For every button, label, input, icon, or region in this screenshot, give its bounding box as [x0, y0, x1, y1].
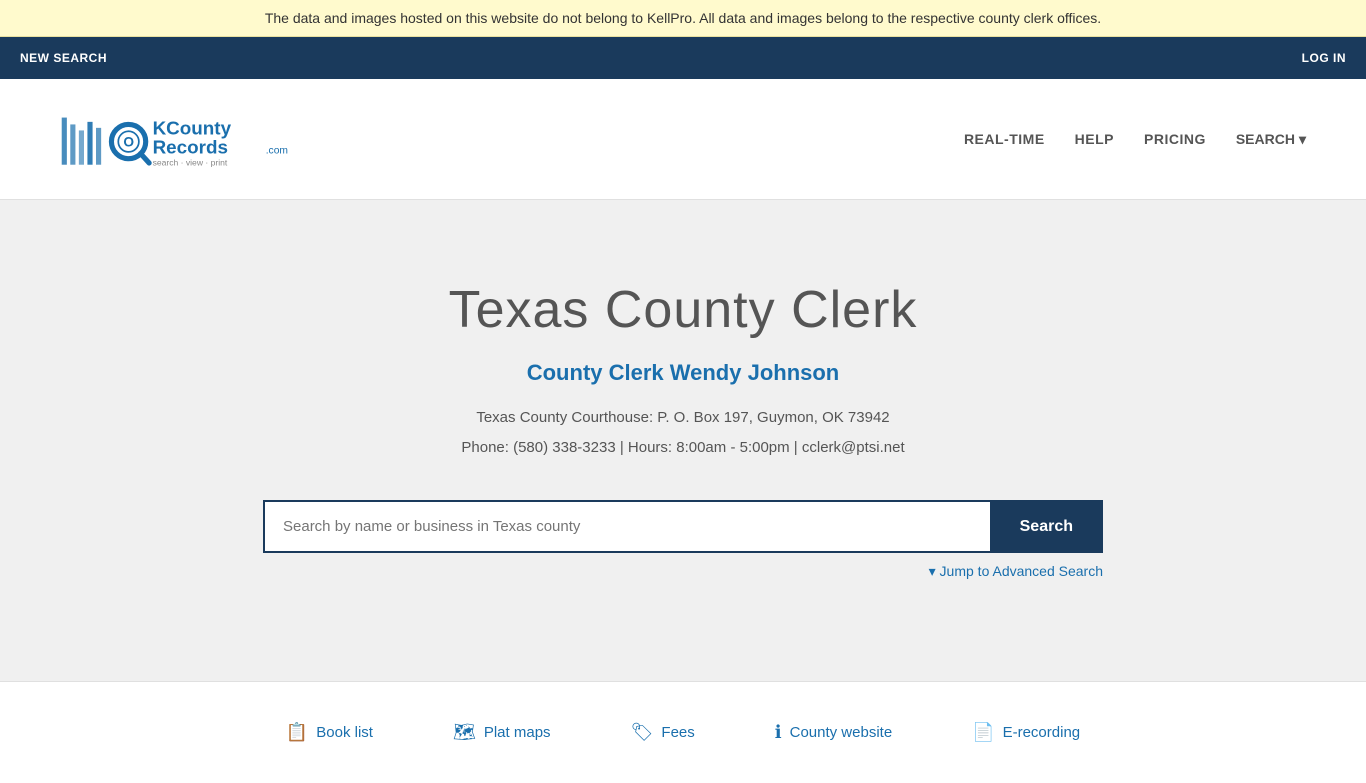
svg-text:KCounty: KCounty	[153, 118, 232, 139]
clerk-name: County Clerk Wendy Johnson	[20, 360, 1346, 386]
fees-icon: 🏷	[631, 722, 654, 743]
main-nav: REAL-TIME HELP PRICING SEARCH ▾	[964, 131, 1306, 148]
advanced-search-link[interactable]: ▾ Jump to Advanced Search	[929, 563, 1103, 579]
top-nav: NEW SEARCH LOG IN	[0, 37, 1366, 79]
banner-text: The data and images hosted on this websi…	[265, 10, 1101, 26]
address-line2: Phone: (580) 338-3233 | Hours: 8:00am - …	[20, 436, 1346, 460]
book-list-icon: 📋	[286, 722, 308, 743]
footer-county-website[interactable]: ℹ County website	[775, 722, 892, 743]
help-link[interactable]: HELP	[1075, 131, 1114, 147]
footer-plat-maps[interactable]: 🗺 Plat maps	[453, 722, 551, 743]
svg-text:.com: .com	[266, 146, 288, 157]
log-in-link[interactable]: LOG IN	[1302, 51, 1346, 65]
plat-maps-label: Plat maps	[484, 724, 551, 741]
address-line1: Texas County Courthouse: P. O. Box 197, …	[20, 406, 1346, 430]
svg-text:search · view · print: search · view · print	[153, 158, 228, 168]
site-logo[interactable]: O KCounty Records .com search · view · p…	[60, 99, 300, 179]
footer-book-list[interactable]: 📋 Book list	[286, 722, 373, 743]
site-header: O KCounty Records .com search · view · p…	[0, 79, 1366, 200]
notice-banner: The data and images hosted on this websi…	[0, 0, 1366, 37]
fees-label: Fees	[661, 724, 694, 741]
erecording-icon: 📄	[972, 722, 994, 743]
hero-section: Texas County Clerk County Clerk Wendy Jo…	[0, 200, 1366, 681]
county-website-label: County website	[790, 724, 893, 741]
real-time-link[interactable]: REAL-TIME	[964, 131, 1045, 147]
search-form: Search	[263, 500, 1103, 553]
footer-fees[interactable]: 🏷 Fees	[631, 722, 695, 743]
chevron-down-icon: ▾	[1299, 131, 1306, 148]
svg-text:Records: Records	[153, 137, 228, 158]
search-dropdown-label: SEARCH	[1236, 131, 1295, 147]
erecording-label: E-recording	[1003, 724, 1081, 741]
svg-text:O: O	[123, 135, 134, 150]
plat-maps-icon: 🗺	[453, 722, 476, 743]
footer-erecording[interactable]: 📄 E-recording	[972, 722, 1080, 743]
search-dropdown[interactable]: SEARCH ▾	[1236, 131, 1306, 148]
pricing-link[interactable]: PRICING	[1144, 131, 1206, 147]
search-input[interactable]	[263, 500, 990, 553]
book-list-label: Book list	[316, 724, 373, 741]
new-search-link[interactable]: NEW SEARCH	[20, 51, 107, 65]
page-title: Texas County Clerk	[20, 280, 1346, 340]
county-website-icon: ℹ	[775, 722, 782, 743]
search-button[interactable]: Search	[990, 500, 1103, 553]
logo-area: O KCounty Records .com search · view · p…	[60, 99, 300, 179]
advanced-search-link-container: ▾ Jump to Advanced Search	[263, 563, 1103, 581]
